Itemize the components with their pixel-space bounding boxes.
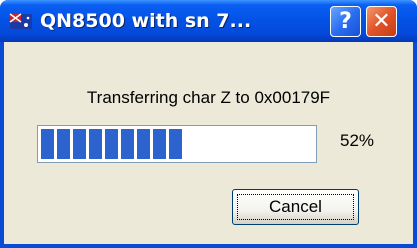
status-message: Transferring char Z to 0x00179F bbox=[86, 88, 331, 107]
help-button[interactable]: ? bbox=[330, 6, 361, 37]
help-icon: ? bbox=[339, 9, 352, 34]
window-title: QN8500 with sn 7... bbox=[40, 10, 252, 32]
progress-dialog-window: QN8500 with sn 7... ? ✕ Transferring cha… bbox=[0, 0, 417, 248]
progress-percent: 52% bbox=[340, 131, 375, 150]
title-bar[interactable]: QN8500 with sn 7... ? ✕ bbox=[0, 0, 417, 42]
close-icon: ✕ bbox=[372, 9, 391, 34]
close-button[interactable]: ✕ bbox=[366, 6, 397, 37]
progress-bar-fill bbox=[41, 129, 182, 159]
cancel-button[interactable]: Cancel bbox=[232, 189, 359, 225]
app-flag-icon bbox=[9, 10, 33, 32]
progress-bar bbox=[37, 125, 317, 163]
focus-rectangle bbox=[237, 194, 354, 220]
